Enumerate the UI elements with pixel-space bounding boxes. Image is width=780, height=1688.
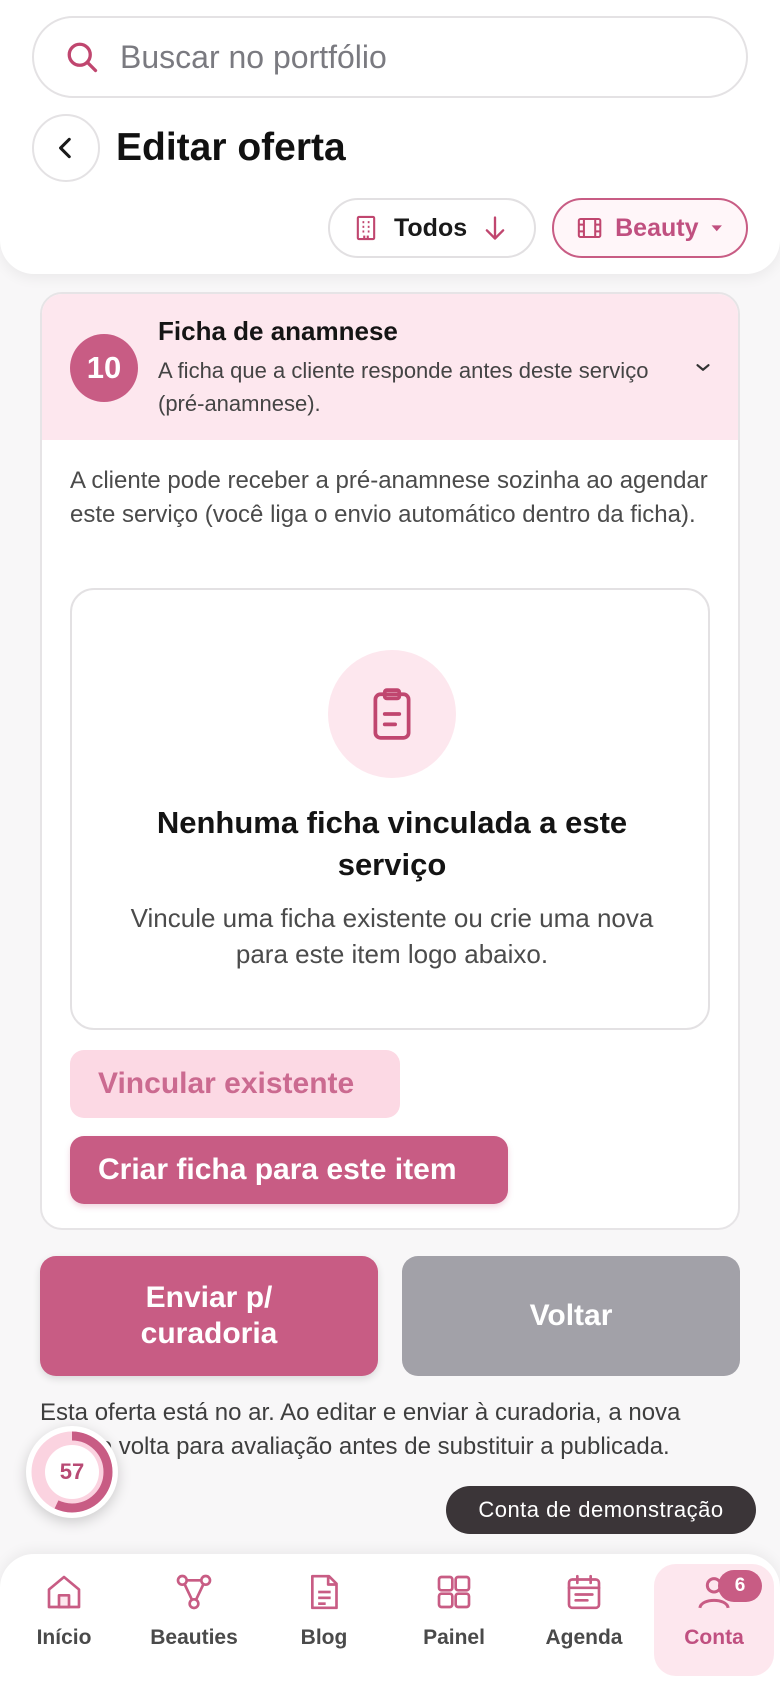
chevron-left-icon — [59, 137, 71, 159]
notification-badge: 6 — [718, 1570, 762, 1602]
film-icon — [577, 217, 602, 239]
empty-state: Nenhuma ficha vinculada a este serviço V… — [70, 588, 710, 1030]
link-existing-button[interactable]: Vincular existente — [70, 1050, 400, 1118]
caret-down-icon — [711, 225, 722, 232]
building-icon — [356, 215, 376, 241]
demo-account-pill[interactable]: Conta de demonstração — [446, 1486, 756, 1534]
nav-label: Beauties — [150, 1626, 238, 1649]
empty-state-icon-circle — [328, 650, 456, 778]
section-header[interactable]: 10 Ficha de anamnese A ficha que a clien… — [42, 294, 738, 440]
back-button[interactable] — [32, 114, 100, 182]
page-title: Editar oferta — [116, 126, 346, 169]
filter-beauty-label: Beauty — [615, 213, 699, 242]
send-to-curation-button[interactable]: Enviar p/ curadoria — [40, 1256, 378, 1376]
empty-state-title: Nenhuma ficha vinculada a este serviço — [156, 805, 628, 882]
home-icon — [47, 1575, 81, 1609]
search-icon — [67, 42, 98, 73]
create-form-button[interactable]: Criar ficha para este item — [70, 1136, 508, 1204]
nav-label: Início — [36, 1626, 92, 1649]
section-title: Ficha de anamnese — [158, 316, 398, 346]
back-action-button[interactable]: Voltar — [402, 1256, 740, 1376]
search-input[interactable] — [120, 38, 680, 76]
bottom-nav: Início Beauties Blog Painel Agenda Conta… — [0, 1554, 780, 1688]
calendar-icon — [567, 1574, 601, 1610]
progress-value: 57 — [59, 1459, 85, 1484]
nav-item-agenda[interactable]: Agenda — [524, 1572, 644, 1672]
nav-label: Conta — [684, 1626, 744, 1649]
nav-label: Agenda — [545, 1626, 623, 1649]
top-header: Editar oferta Todos Beauty — [0, 0, 780, 274]
send-to-curation-label: Enviar p/ curadoria — [140, 1281, 278, 1350]
arrow-down-icon — [485, 216, 505, 240]
nav-item-inicio[interactable]: Início — [4, 1572, 124, 1672]
nav-item-beauties[interactable]: Beauties — [134, 1572, 254, 1672]
nav-label: Painel — [423, 1626, 485, 1649]
publish-notice: Esta oferta está no ar. Ao editar e envi… — [40, 1399, 681, 1460]
progress-ring[interactable]: 57 — [26, 1426, 118, 1518]
chevron-down-icon[interactable] — [692, 356, 714, 378]
search-bar[interactable] — [32, 16, 748, 98]
nav-item-conta[interactable]: Conta 6 — [654, 1564, 774, 1676]
grid-icon — [437, 1575, 471, 1609]
nav-item-painel[interactable]: Painel — [394, 1572, 514, 1672]
section-subtitle: A ficha que a cliente responde antes des… — [158, 358, 649, 416]
filter-beauty-chip[interactable]: Beauty — [552, 198, 748, 258]
filter-todos-label: Todos — [394, 213, 468, 242]
nav-item-blog[interactable]: Blog — [264, 1572, 384, 1672]
anamnesis-section-card: 10 Ficha de anamnese A ficha que a clien… — [40, 292, 740, 1230]
step-number-badge: 10 — [70, 334, 138, 402]
section-description: A cliente pode receber a pré-anamnese so… — [70, 467, 708, 528]
nav-label: Blog — [300, 1626, 348, 1649]
filter-todos-chip[interactable]: Todos — [328, 198, 536, 258]
clipboard-icon — [373, 688, 411, 740]
network-icon — [176, 1574, 212, 1610]
document-icon — [311, 1574, 338, 1610]
empty-state-subtitle: Vincule uma ficha existente ou crie uma … — [130, 903, 654, 969]
